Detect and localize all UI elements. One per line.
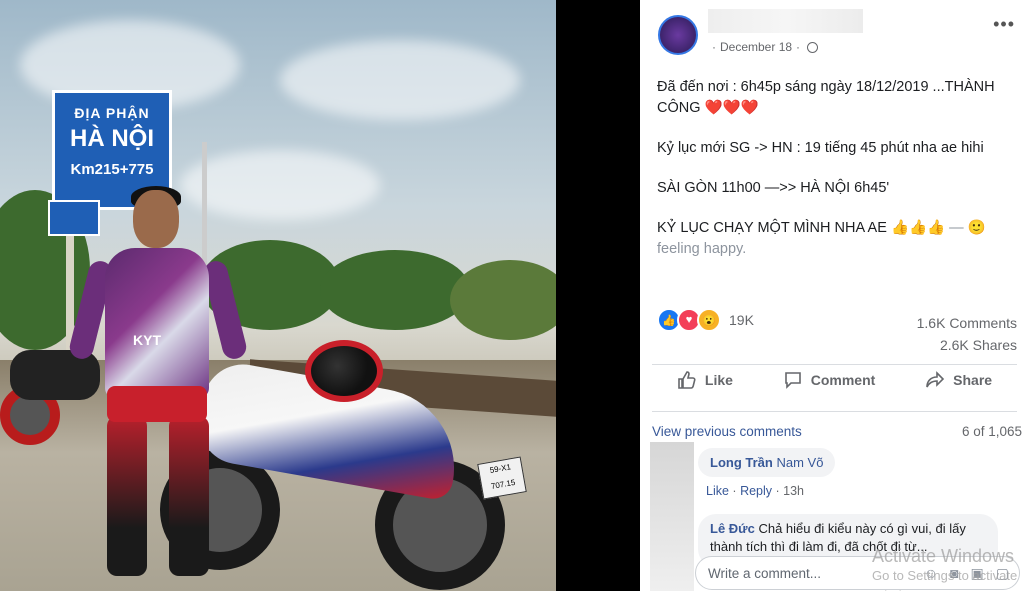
comment-icon — [784, 372, 801, 389]
post-text: Đã đến nơi : 6h45p sáng ngày 18/12/2019 … — [657, 77, 1027, 260]
post-line-1: Đã đến nơi : 6h45p sáng ngày 18/12/2019 … — [657, 79, 995, 116]
post-photo[interactable]: ĐỊA PHẬN HÀ NỘI Km215+775 59-X1 707.15 K… — [0, 0, 556, 591]
author-avatar[interactable] — [658, 15, 698, 55]
post-meta: · December 18 · — [712, 40, 819, 54]
post-line-2: Kỷ lục mới SG -> HN : 19 tiếng 45 phút n… — [657, 140, 984, 156]
suit-brand: KYT — [133, 332, 161, 348]
view-previous-comments-link[interactable]: View previous comments — [652, 424, 802, 439]
commenter-avatar-redacted[interactable] — [650, 442, 694, 591]
heart-emojis: ❤️❤️❤️ — [704, 100, 759, 116]
reaction-count[interactable]: 19K — [729, 312, 754, 328]
rider-belt-bag — [107, 386, 207, 422]
meta-dot: · — [712, 40, 716, 54]
divider — [652, 411, 1017, 412]
activate-windows-watermark: Activate Windows Go to Settings to activ… — [872, 546, 1029, 591]
comment-like-link[interactable]: Like — [706, 484, 729, 498]
rider: KYT — [67, 186, 249, 590]
sign-line-1: ĐỊA PHẬN — [74, 105, 150, 121]
divider — [652, 364, 1017, 365]
comment-label: Comment — [810, 372, 876, 388]
comment-button[interactable]: Comment — [783, 370, 876, 390]
feeling-text[interactable]: feeling happy. — [657, 239, 1027, 260]
share-count[interactable]: 2.6K Shares — [917, 334, 1017, 356]
sign-line-2: HÀ NỘI — [70, 125, 154, 152]
comment-mention[interactable]: Nam Võ — [776, 455, 823, 470]
post-date[interactable]: December 18 — [720, 40, 792, 54]
rider-leg — [169, 416, 209, 576]
like-label: Like — [704, 372, 733, 388]
comment-author[interactable]: Long Trần — [710, 455, 773, 470]
post-line-4: KỶ LỤC CHẠY MỘT MÌNH NHA AE 👍👍👍 — 🙂 — [657, 220, 986, 236]
smile-emoji: 🙂 — [967, 220, 986, 236]
comment-count[interactable]: 1.6K Comments — [917, 312, 1017, 334]
post-actions: Like Comment Share — [652, 370, 1017, 390]
meta-dot: · — [796, 40, 801, 54]
more-options-icon[interactable]: ••• — [993, 14, 1015, 35]
author-name-redacted[interactable] — [708, 9, 863, 33]
thumbs-up-icon — [678, 371, 696, 389]
share-button[interactable]: Share — [925, 370, 992, 390]
photo-cloud — [280, 40, 520, 120]
post-panel: · December 18 · ••• Đã đến nơi : 6h45p s… — [640, 0, 1029, 591]
rider-leg — [107, 416, 147, 576]
write-comment-placeholder: Write a comment... — [708, 566, 822, 581]
rider-suit: KYT — [105, 248, 209, 398]
post-stats: 1.6K Comments 2.6K Shares — [917, 312, 1017, 356]
thumbs-up-emojis: 👍👍👍 — [890, 220, 946, 236]
comment-time[interactable]: 13h — [783, 484, 804, 498]
comment-actions: Like · Reply · 13h — [706, 484, 805, 498]
helmet — [305, 340, 383, 402]
rider-face — [133, 190, 179, 248]
share-label: Share — [953, 372, 993, 388]
comment-author[interactable]: Lê Đức — [710, 521, 755, 536]
share-icon — [926, 371, 945, 388]
license-plate: 59-X1 707.15 — [477, 456, 527, 500]
watermark-line-2: Go to Settings to activate Windows. — [872, 568, 1018, 591]
comments-pagination: 6 of 1,065 — [961, 424, 1022, 439]
wow-reaction-icon: 😮 — [697, 308, 721, 332]
viewer-gutter — [556, 0, 640, 591]
like-button[interactable]: Like — [677, 370, 733, 390]
reaction-summary[interactable]: 👍 ♥ 😮 19K — [657, 308, 754, 332]
comment-bubble: Long Trần Nam Võ — [698, 448, 836, 477]
comment-reply-link[interactable]: Reply — [740, 484, 772, 498]
comments-header: View previous comments 6 of 1,065 — [652, 424, 1022, 439]
sign-line-3: Km215+775 — [70, 161, 154, 178]
globe-icon[interactable] — [807, 41, 819, 53]
watermark-line-1: Activate Windows — [872, 546, 1015, 566]
post-line-3: SÀI GÒN 11h00 —>> HÀ NỘI 6h45' — [657, 180, 890, 196]
